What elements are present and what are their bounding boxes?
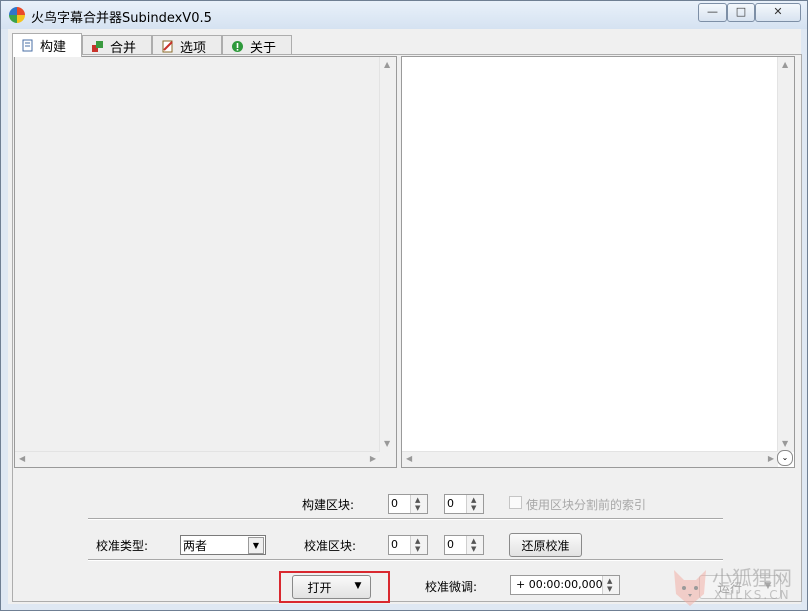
scroll-up-icon[interactable]: ▲ bbox=[782, 61, 788, 69]
client-area: 构建 合并 选项 关于 ▲ ▼ ◀ ▶ ▲ ▼ ◀ ▶ ⌄ 构建区块: 0 ▲ … bbox=[8, 29, 802, 604]
open-label: 打开 bbox=[307, 581, 332, 595]
tab-about-label: 关于 bbox=[250, 40, 277, 56]
calibration-block-start-value: 0 bbox=[391, 538, 398, 551]
right-vertical-scrollbar[interactable]: ▲ ▼ bbox=[777, 57, 794, 452]
right-horizontal-scrollbar[interactable]: ◀ ▶ bbox=[402, 451, 778, 467]
calibration-type-value: 两者 bbox=[183, 539, 208, 553]
use-split-index-checkbox[interactable] bbox=[509, 496, 522, 509]
scroll-left-icon[interactable]: ◀ bbox=[19, 455, 25, 463]
build-tab-page: ▲ ▼ ◀ ▶ ▲ ▼ ◀ ▶ ⌄ 构建区块: 0 ▲ ▼ 0 ▲ ▼ 使用区块… bbox=[12, 54, 802, 603]
spinner-buttons[interactable]: ▲ ▼ bbox=[466, 495, 483, 513]
minimize-button[interactable]: — bbox=[698, 3, 727, 22]
maximize-button[interactable]: □ bbox=[727, 3, 755, 22]
tab-merge-label: 合并 bbox=[110, 40, 137, 56]
left-horizontal-scrollbar[interactable]: ◀ ▶ bbox=[15, 451, 380, 467]
open-button[interactable]: 打开 ▼ bbox=[292, 575, 371, 599]
expand-chevron-icon[interactable]: ⌄ bbox=[777, 450, 793, 466]
separator bbox=[88, 518, 723, 520]
main-window: 火鸟字幕合并器SubindexV0.5 — □ ✕ 构建 合并 选项 关于 ▲ … bbox=[0, 0, 808, 611]
spin-down-icon[interactable]: ▼ bbox=[415, 546, 420, 553]
calibration-type-select[interactable]: 两者 ▼ bbox=[180, 535, 266, 555]
spin-down-icon[interactable]: ▼ bbox=[415, 505, 420, 512]
spin-down-icon[interactable]: ▼ bbox=[607, 586, 612, 593]
info-icon bbox=[232, 40, 243, 52]
tab-build-label: 构建 bbox=[40, 40, 67, 55]
build-block-start-spinner[interactable]: 0 ▲ ▼ bbox=[388, 494, 428, 514]
calibration-block-end-value: 0 bbox=[447, 538, 454, 551]
app-icon bbox=[9, 7, 25, 23]
scroll-left-icon[interactable]: ◀ bbox=[406, 455, 412, 463]
spinner-buttons[interactable]: ▲ ▼ bbox=[410, 495, 427, 513]
spin-down-icon[interactable]: ▼ bbox=[471, 505, 476, 512]
spin-up-icon[interactable]: ▲ bbox=[471, 538, 476, 545]
fine-tune-spinner[interactable]: + 00:00:00,000 ▲ ▼ bbox=[510, 575, 620, 595]
left-vertical-scrollbar[interactable]: ▲ ▼ bbox=[379, 57, 396, 452]
minimize-icon: — bbox=[707, 5, 718, 18]
spin-up-icon[interactable]: ▲ bbox=[471, 497, 476, 504]
build-block-end-spinner[interactable]: 0 ▲ ▼ bbox=[444, 494, 484, 514]
spin-up-icon[interactable]: ▲ bbox=[415, 538, 420, 545]
spin-up-icon[interactable]: ▲ bbox=[415, 497, 420, 504]
window-title: 火鸟字幕合并器SubindexV0.5 bbox=[31, 11, 212, 26]
close-button[interactable]: ✕ bbox=[755, 3, 801, 22]
scroll-right-icon[interactable]: ▶ bbox=[768, 455, 774, 463]
fox-logo-icon bbox=[674, 570, 706, 606]
watermark: 小狐狸网 XHLKS.CN bbox=[668, 560, 808, 611]
spinner-buttons[interactable]: ▲ ▼ bbox=[410, 536, 427, 554]
spin-down-icon[interactable]: ▼ bbox=[471, 546, 476, 553]
build-block-end-value: 0 bbox=[447, 497, 454, 510]
calibration-block-label: 校准区块: bbox=[304, 539, 357, 553]
tab-options[interactable]: 选项 bbox=[152, 35, 222, 56]
fine-tune-value: + 00:00:00,000 bbox=[516, 578, 603, 591]
merge-icon bbox=[92, 40, 103, 52]
scroll-down-icon[interactable]: ▼ bbox=[384, 440, 390, 448]
build-block-start-value: 0 bbox=[391, 497, 398, 510]
calibration-block-start-spinner[interactable]: 0 ▲ ▼ bbox=[388, 535, 428, 555]
scroll-up-icon[interactable]: ▲ bbox=[384, 61, 390, 69]
tab-merge[interactable]: 合并 bbox=[82, 35, 152, 56]
dropdown-arrow-icon[interactable]: ▼ bbox=[351, 581, 365, 591]
spinner-buttons[interactable]: ▲ ▼ bbox=[466, 536, 483, 554]
use-split-index-label: 使用区块分割前的索引 bbox=[526, 498, 647, 512]
calibration-type-label: 校准类型: bbox=[96, 539, 149, 553]
output-list-pane[interactable]: ▲ ▼ ◀ ▶ ⌄ bbox=[401, 56, 795, 468]
calibration-block-end-spinner[interactable]: 0 ▲ ▼ bbox=[444, 535, 484, 555]
scroll-down-icon[interactable]: ▼ bbox=[782, 440, 788, 448]
maximize-icon: □ bbox=[735, 5, 747, 18]
fine-tune-label: 校准微调: bbox=[425, 580, 478, 594]
restore-calibration-label: 还原校准 bbox=[521, 539, 570, 553]
restore-calibration-button[interactable]: 还原校准 bbox=[509, 533, 582, 557]
dropdown-arrow-icon[interactable]: ▼ bbox=[248, 537, 264, 554]
watermark-text: 小狐狸网 bbox=[712, 566, 792, 590]
title-bar[interactable]: 火鸟字幕合并器SubindexV0.5 — □ ✕ bbox=[1, 1, 807, 29]
close-icon: ✕ bbox=[773, 5, 783, 18]
watermark-subtext: XHLKS.CN bbox=[714, 588, 791, 602]
spin-up-icon[interactable]: ▲ bbox=[607, 578, 612, 585]
options-icon bbox=[162, 40, 173, 52]
build-block-label: 构建区块: bbox=[302, 498, 355, 512]
scroll-right-icon[interactable]: ▶ bbox=[370, 455, 376, 463]
tab-build[interactable]: 构建 bbox=[12, 33, 82, 57]
document-icon bbox=[22, 39, 33, 52]
tab-about[interactable]: 关于 bbox=[222, 35, 292, 56]
separator bbox=[88, 559, 723, 561]
tab-options-label: 选项 bbox=[180, 40, 207, 56]
spinner-buttons[interactable]: ▲ ▼ bbox=[602, 576, 619, 594]
source-list-pane[interactable]: ▲ ▼ ◀ ▶ bbox=[14, 56, 397, 468]
